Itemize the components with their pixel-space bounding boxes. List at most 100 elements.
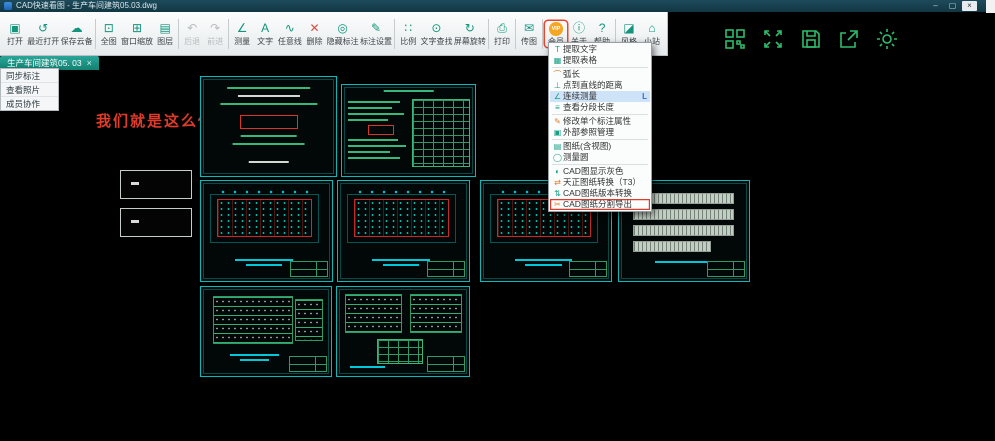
vip-dropdown-menu: T提取文字▦提取表格 ⌒弧长⊥点到直线的距离∠连续测量L≡查看分段长度 ✎修改单个标… [548, 42, 652, 212]
menu-item-extract-text[interactable]: T提取文字 [550, 44, 650, 55]
building-bar [633, 225, 734, 236]
floor-plan-outline [217, 199, 312, 237]
toolbar-item-cloud-backup[interactable]: ☁保存云备 [60, 20, 92, 47]
toolbar-item-measure[interactable]: ∠测量 [231, 20, 253, 47]
toolbar-item-transfer[interactable]: ✉传图 [518, 20, 540, 47]
version-convert-icon: ⇅ [552, 188, 563, 199]
point-line-distance-icon: ⊥ [552, 80, 563, 91]
left-context-menu: 同步标注查看照片成员协作 [0, 68, 59, 111]
menu-item-label: CAD图纸分割导出 [563, 199, 632, 210]
screen-rotate-icon: ↻ [465, 21, 475, 36]
recent-open-icon: ↺ [38, 21, 48, 36]
annotation-settings-label: 标注设置 [360, 37, 392, 46]
xref-manage-icon: ▣ [552, 127, 563, 138]
delete-label: 删除 [306, 37, 322, 46]
forward-icon: ↷ [210, 21, 220, 36]
continuous-measure-icon: ∠ [552, 91, 563, 102]
left-menu-item-view-photo[interactable]: 查看照片 [1, 83, 58, 97]
toolbar-item-window-zoom[interactable]: ⊞窗口缩放 [121, 20, 153, 47]
menu-item-split-export[interactable]: ✂CAD图纸分割导出 [550, 199, 650, 210]
detail-box-1 [120, 170, 192, 199]
share-icon[interactable] [836, 26, 861, 51]
hide-annotation-label: 隐藏标注 [327, 37, 359, 46]
toolbar-item-recent-open[interactable]: ↺最近打开 [27, 20, 59, 47]
tab-close-icon[interactable]: × [87, 59, 92, 68]
toolbar-item-print[interactable]: ⎙打印 [491, 20, 513, 47]
window-controls: – ▢ × [928, 1, 977, 11]
menu-item-xref-manage[interactable]: ▣外部参照管理 [550, 127, 650, 138]
menu-item-modify-annotation[interactable]: ✎修改单个标注属性 [550, 116, 650, 127]
maximize-button[interactable]: ▢ [945, 1, 960, 11]
cover-sheet[interactable] [200, 76, 337, 177]
menu-item-point-line-distance[interactable]: ⊥点到直线的距离 [550, 80, 650, 91]
quick-action-bar [722, 26, 899, 51]
menu-item-label: 连续测量 [563, 91, 597, 102]
detail-mark [131, 182, 139, 185]
plan-caption [230, 354, 279, 356]
elevation-sheet-1[interactable] [200, 286, 332, 377]
menu-item-segment-length[interactable]: ≡查看分段长度 [550, 102, 650, 113]
menu-item-label: 提取表格 [563, 55, 597, 66]
expand-icon[interactable] [760, 26, 785, 51]
menu-item-version-convert[interactable]: ⇅CAD图纸版本转换 [550, 188, 650, 199]
cover-text-line [220, 103, 317, 105]
drawing-canvas[interactable]: 我们就是这么做的 [0, 70, 995, 441]
toolbar-item-scale[interactable]: ∷比例 [397, 20, 419, 47]
toolbar-item-text-search[interactable]: ⊙文字查找 [420, 20, 452, 47]
toolbar-item-free-line[interactable]: ∿任意线 [277, 20, 302, 47]
help-icon: ? [599, 21, 606, 36]
annotation-settings-icon: ✎ [371, 21, 381, 36]
toolbar-separator [488, 19, 489, 49]
minimize-button[interactable]: – [928, 1, 943, 11]
spec-highlight-box [368, 125, 394, 135]
app-icon [4, 2, 12, 10]
close-button[interactable]: × [962, 1, 977, 11]
toolbar-item-delete[interactable]: ✕删除 [303, 20, 325, 47]
plan-caption [383, 264, 420, 266]
elevation-drawing [213, 296, 293, 344]
spec-sheet[interactable] [341, 84, 476, 177]
menu-item-arc-length[interactable]: ⌒弧长 [550, 69, 650, 80]
left-menu-item-sync-annotation[interactable]: 同步标注 [1, 69, 58, 83]
cover-text-line [237, 95, 299, 97]
app-window: CAD快速看图 - 生产车间建筑05.03.dwg – ▢ × ▣打开↺最近打开… [0, 0, 995, 441]
settings-gear-icon[interactable] [874, 26, 899, 51]
menu-item-measure-circle[interactable]: ◯测量圆 [550, 152, 650, 163]
qr-code-icon[interactable] [722, 26, 747, 51]
toolbar-item-screen-rotate[interactable]: ↻屏幕旋转 [454, 20, 486, 47]
menu-separator [552, 139, 648, 140]
plan-sheet-2[interactable] [337, 180, 470, 282]
elevation-sheet-2[interactable] [336, 286, 470, 377]
menu-item-extract-table[interactable]: ▦提取表格 [550, 55, 650, 66]
menu-separator [552, 67, 648, 68]
menu-item-tianzheng-convert[interactable]: ⇄天正图纸转换（T3） [550, 177, 650, 188]
cad-gray-icon: ◐ [552, 166, 563, 177]
menu-item-label: 修改单个标注属性 [563, 116, 631, 127]
menu-item-label: 查看分段长度 [563, 102, 614, 113]
toolbar-item-hide-annotation[interactable]: ◎隐藏标注 [326, 20, 358, 47]
hide-annotation-icon: ◎ [337, 21, 347, 36]
toolbar-item-open[interactable]: ▣打开 [4, 20, 26, 47]
spec-text-line [348, 157, 400, 159]
text-search-icon: ⊙ [431, 21, 441, 36]
external-window-fragment [986, 0, 995, 13]
menu-item-sheet-views[interactable]: ▤图纸(含视图) [550, 141, 650, 152]
spec-text-line [348, 151, 390, 153]
plan-caption [246, 264, 283, 266]
cover-text-line [232, 143, 305, 145]
plan-caption [235, 259, 293, 261]
about-icon: ⓘ [573, 21, 585, 36]
toolbar-separator [228, 19, 229, 49]
plan-sheet-1[interactable] [200, 180, 333, 282]
toolbar-item-annotation-settings[interactable]: ✎标注设置 [360, 20, 392, 47]
menu-item-continuous-measure[interactable]: ∠连续测量L [550, 91, 650, 102]
toolbar-item-text[interactable]: A文字 [254, 20, 276, 47]
save-icon[interactable] [798, 26, 823, 51]
print-label: 打印 [494, 37, 510, 46]
layers-icon: ▤ [160, 21, 171, 36]
toolbar-item-full-view[interactable]: ⊡全图 [98, 20, 120, 47]
window-title: CAD快速看图 - 生产车间建筑05.03.dwg [16, 0, 157, 12]
left-menu-item-member-collab[interactable]: 成员协作 [1, 97, 58, 110]
toolbar-item-layers[interactable]: ▤图层 [154, 20, 176, 47]
menu-item-cad-gray[interactable]: ◐CAD图显示灰色 [550, 166, 650, 177]
